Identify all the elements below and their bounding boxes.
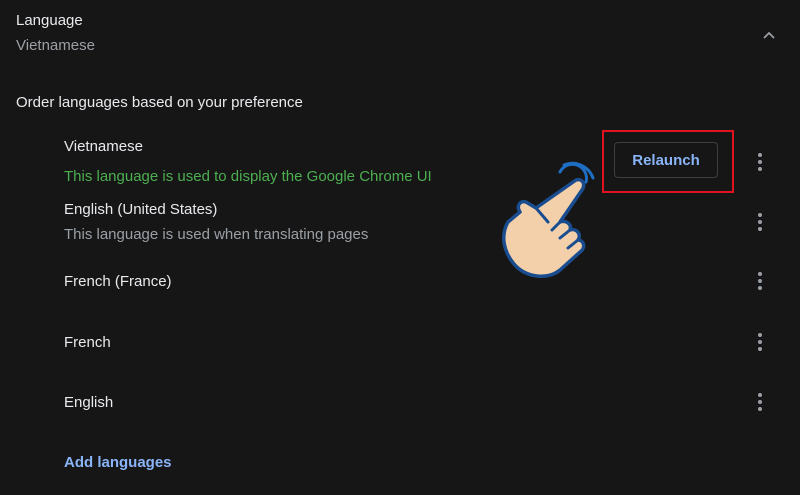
language-name: English: [64, 394, 114, 411]
more-options-icon[interactable]: [750, 390, 770, 414]
add-languages-link[interactable]: Add languages: [64, 454, 172, 471]
relaunch-button[interactable]: Relaunch: [614, 142, 718, 178]
chevron-up-icon: [763, 31, 775, 39]
language-description: This language is used to display the Goo…: [64, 168, 432, 185]
more-options-icon[interactable]: [750, 269, 770, 293]
language-name: French (France): [64, 273, 172, 290]
more-options-icon[interactable]: [750, 330, 770, 354]
more-options-icon[interactable]: [750, 210, 770, 234]
section-title: Language: [16, 12, 83, 29]
section-subtitle: Vietnamese: [16, 37, 95, 54]
more-options-icon[interactable]: [750, 150, 770, 174]
collapse-button[interactable]: [756, 22, 782, 48]
language-description: This language is used when translating p…: [64, 226, 369, 243]
language-name: French: [64, 334, 111, 351]
order-languages-label: Order languages based on your preference: [16, 94, 303, 111]
language-name: English (United States): [64, 201, 218, 218]
pointing-hand-icon: [502, 161, 595, 278]
language-name: Vietnamese: [64, 138, 143, 155]
